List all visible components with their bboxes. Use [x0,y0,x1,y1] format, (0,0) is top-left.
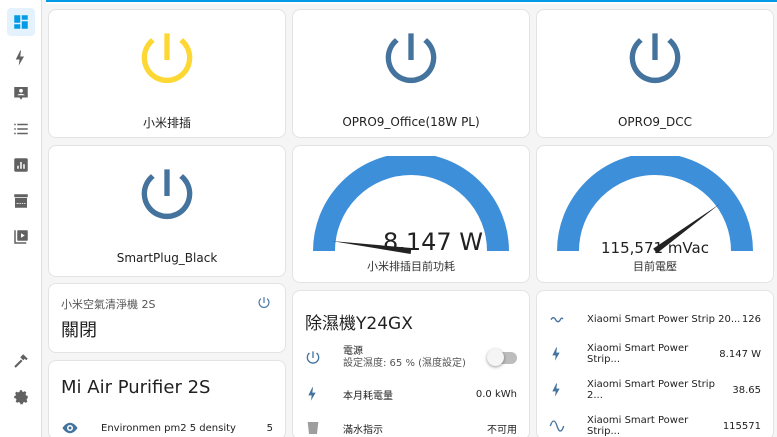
gear-icon[interactable] [7,383,35,411]
entity-row[interactable]: 滿水指示 不可用 [293,413,529,437]
hammer-icon[interactable] [7,347,35,375]
entity-label: Xiaomi Smart Power Strip... [587,415,689,437]
entity-name: 小米空氣清淨機 2S [61,298,156,311]
entity-label: Environmen pm2 5 density [101,422,236,434]
entity-label: 電源 [343,346,363,357]
card-title: Mi Air Purifier 2S [61,377,211,398]
power-icon [141,33,193,84]
entity-value: 115571 [722,420,761,432]
entity-row[interactable]: 電源 設定濕度: 65 % (濕度設定) [293,341,529,375]
purifier-entities-card: Mi Air Purifier 2S Environmen pm2 5 dens… [48,360,286,437]
lightning-icon[interactable] [7,44,35,72]
entity-row[interactable]: Xiaomi Smart Power Strip... 8.147 W [537,339,773,369]
entity-label: 本月耗電量 [343,390,393,402]
entity-value: 38.65 [732,384,761,396]
entity-row[interactable]: Xiaomi Smart Power Strip 2... 38.65 [537,375,773,405]
card-title: 除濕機Y24GX [305,314,413,334]
entity-row[interactable]: 本月耗電量 0.0 kWh [293,379,529,409]
entity-row[interactable]: Environmen pm2 5 density 5 [49,413,285,437]
list-icon[interactable] [7,115,35,143]
button-label: OPRO9_Office(18W PL) [342,115,480,129]
power-icon [306,351,320,364]
gauge-value: 115,571 mVac [601,239,709,257]
purifier-state-card[interactable]: 小米空氣清淨機 2S 關閉 [48,283,286,353]
entity-row[interactable]: Xiaomi Smart Power Strip... 115571 [537,411,773,437]
hacs-store-icon[interactable] [7,187,35,215]
play-box-icon[interactable] [7,223,35,251]
entity-value: 126 [741,313,761,325]
eye-icon [62,422,78,434]
account-box-icon[interactable] [7,79,35,107]
power-icon [629,33,681,84]
entity-label: Xiaomi Smart Power Strip 20... [587,313,741,325]
lightning-icon [552,383,560,397]
current-ac-icon [550,317,564,323]
power-icon [141,169,193,220]
button-card-opro9-office[interactable]: OPRO9_Office(18W PL) [292,9,530,138]
gauge-name: 目前電壓 [633,260,677,273]
entity-label: Xiaomi Smart Power Strip 2... [587,379,715,401]
button-card-opro9-dcc[interactable]: OPRO9_DCC [536,9,774,138]
entity-state: 關閉 [61,320,97,341]
sine-wave-icon [549,420,565,432]
power-strip-card: Xiaomi Smart Power Strip 20... 126 Xiaom… [536,290,774,437]
button-card-smartplug-black[interactable]: SmartPlug_Black [48,145,286,277]
entity-value: 8.147 W [719,348,761,360]
gauge-name: 小米排插目前功耗 [367,260,455,273]
chart-icon[interactable] [7,151,35,179]
power-icon [385,33,437,84]
entity-label: 滿水指示 [343,424,383,436]
entity-value: 0.0 kWh [475,388,517,400]
entity-value: 5 [266,422,273,434]
button-label: 小米排插 [142,116,191,130]
gauge-card-power[interactable]: 8.147 W 小米排插目前功耗 [292,145,530,283]
sidebar [0,0,42,437]
entity-label: Xiaomi Smart Power Strip... [587,343,689,365]
entity-value: 不可用 [487,424,517,436]
gauge-card-voltage[interactable]: 115,571 mVac 目前電壓 [536,145,774,283]
button-label: OPRO9_DCC [617,115,693,129]
dehumidifier-card: 除濕機Y24GX 電源 設定濕度: 65 % (濕度設定) 本月耗電量 0.0 … [292,290,530,437]
power-icon[interactable] [257,296,271,310]
lightning-icon [308,387,316,401]
button-card-xiaomi-strip[interactable]: 小米排插 [48,9,286,138]
entity-row[interactable]: Xiaomi Smart Power Strip 20... 126 [537,304,773,334]
lightning-icon [552,347,560,361]
power-toggle[interactable] [487,349,517,366]
dashboard-icon[interactable] [7,8,35,36]
top-toolbar [46,0,777,4]
entity-secondary: 設定濕度: 65 % (濕度設定) [343,358,466,369]
water-cup-icon [307,422,319,434]
button-label: SmartPlug_Black [116,251,218,265]
gauge-value: 8.147 W [382,228,484,256]
